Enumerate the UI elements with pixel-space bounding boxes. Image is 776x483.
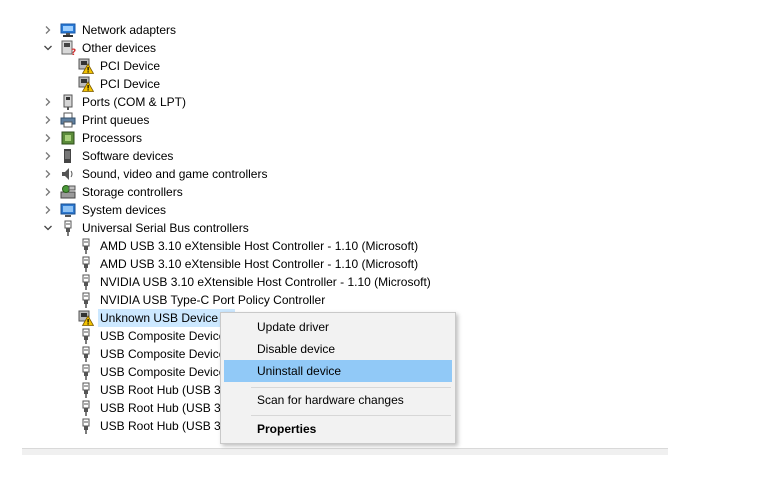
tree-item-label: Sound, video and game controllers — [82, 167, 268, 181]
usb-icon — [78, 292, 94, 308]
tree-item-label: USB Composite Device — [100, 347, 226, 361]
horizontal-scrollbar[interactable] — [22, 448, 668, 455]
tree-item[interactable]: USB Composite Device — [78, 363, 227, 381]
chevron-down-icon[interactable] — [42, 219, 54, 237]
processor-icon — [60, 130, 76, 146]
tree-item-label: NVIDIA USB Type-C Port Policy Controller — [100, 293, 326, 307]
tree-item[interactable]: Unknown USB Device (I — [78, 309, 235, 327]
tree-item[interactable]: Print queues — [42, 111, 151, 129]
tree-item[interactable]: USB Root Hub (USB 3.0 — [78, 399, 233, 417]
tree-item-label: PCI Device — [100, 59, 161, 73]
uninstall-device-menu-item[interactable]: Uninstall device — [224, 360, 452, 382]
port-icon — [60, 94, 76, 110]
update-driver-menu-item[interactable]: Update driver — [224, 316, 452, 338]
tree-item-label: AMD USB 3.10 eXtensible Host Controller … — [100, 257, 419, 271]
tree-item-label: Processors — [82, 131, 143, 145]
tree-item[interactable]: Software devices — [42, 147, 175, 165]
tree-item-label: PCI Device — [100, 77, 161, 91]
tree-item-label: Unknown USB Device (I — [98, 309, 235, 327]
tree-item-label: Storage controllers — [82, 185, 183, 199]
tree-item[interactable]: PCI Device — [78, 57, 162, 75]
network-adapter-icon — [60, 22, 76, 38]
chevron-right-icon[interactable] — [42, 21, 54, 39]
tree-item[interactable]: Processors — [42, 129, 144, 147]
context-menu: Update driver Disable device Uninstall d… — [220, 312, 456, 444]
tree-item[interactable]: AMD USB 3.10 eXtensible Host Controller … — [78, 255, 420, 273]
disable-device-menu-item[interactable]: Disable device — [224, 338, 452, 360]
chevron-right-icon[interactable] — [42, 183, 54, 201]
tree-item-label: Software devices — [82, 149, 174, 163]
chevron-down-icon[interactable] — [42, 39, 54, 57]
menu-separator — [251, 415, 451, 416]
speaker-icon — [60, 166, 76, 182]
tree-item-label: Other devices — [82, 41, 157, 55]
tree-item-label: AMD USB 3.10 eXtensible Host Controller … — [100, 239, 419, 253]
tree-item[interactable]: USB Composite Device — [78, 327, 227, 345]
usb-icon — [78, 346, 94, 362]
unknown-device-category-icon: ? — [60, 40, 76, 58]
usb-icon — [78, 400, 94, 416]
tree-item[interactable]: USB Root Hub (USB 3.0 — [78, 381, 233, 399]
usb-icon — [78, 328, 94, 344]
tree-item[interactable]: PCI Device — [78, 75, 162, 93]
usb-icon — [78, 418, 94, 434]
tree-item[interactable]: ? Other devices — [42, 39, 158, 58]
warning-device-icon — [78, 310, 95, 326]
scan-hardware-menu-item[interactable]: Scan for hardware changes — [224, 389, 452, 411]
usb-icon — [78, 274, 94, 290]
warning-device-icon — [78, 58, 95, 74]
chevron-right-icon[interactable] — [42, 93, 54, 111]
system-device-icon — [60, 202, 76, 218]
storage-controller-icon — [60, 184, 76, 200]
tree-item[interactable]: NVIDIA USB 3.10 eXtensible Host Controll… — [78, 273, 433, 291]
tree-item[interactable]: Storage controllers — [42, 183, 185, 201]
printer-icon — [60, 112, 76, 128]
tree-item-label: USB Composite Device — [100, 329, 226, 343]
usb-icon — [78, 238, 94, 254]
svg-text:?: ? — [71, 48, 76, 56]
tree-item-label: Universal Serial Bus controllers — [82, 221, 249, 235]
chevron-right-icon[interactable] — [42, 129, 54, 147]
tree-item[interactable]: Ports (COM & LPT) — [42, 93, 188, 111]
warning-device-icon — [78, 76, 95, 92]
tree-item[interactable]: USB Root Hub (USB 3.0 — [78, 417, 233, 435]
chevron-right-icon[interactable] — [42, 111, 54, 129]
usb-icon — [78, 364, 94, 380]
tree-item[interactable]: Network adapters — [42, 21, 178, 39]
properties-menu-item[interactable]: Properties — [224, 418, 452, 440]
tree-item-label: USB Root Hub (USB 3.0 — [100, 401, 231, 415]
usb-icon — [78, 382, 94, 398]
menu-separator — [251, 387, 451, 388]
tree-item-label: Ports (COM & LPT) — [82, 95, 187, 109]
tree-item[interactable]: Universal Serial Bus controllers — [42, 219, 251, 237]
tree-item-label: USB Root Hub (USB 3.0 — [100, 419, 231, 433]
tree-item-label: Print queues — [82, 113, 150, 127]
chevron-right-icon[interactable] — [42, 201, 54, 219]
usb-icon — [60, 220, 76, 236]
tree-item-label: USB Root Hub (USB 3.0 — [100, 383, 231, 397]
tree-item[interactable]: AMD USB 3.10 eXtensible Host Controller … — [78, 237, 420, 255]
software-device-icon — [60, 148, 76, 164]
tree-item[interactable]: NVIDIA USB Type-C Port Policy Controller — [78, 291, 327, 309]
tree-item-label: System devices — [82, 203, 167, 217]
tree-item-label: Network adapters — [82, 23, 177, 37]
usb-icon — [78, 256, 94, 272]
chevron-right-icon[interactable] — [42, 165, 54, 183]
tree-item[interactable]: System devices — [42, 201, 168, 219]
tree-item-label: NVIDIA USB 3.10 eXtensible Host Controll… — [100, 275, 431, 289]
tree-item[interactable]: USB Composite Device — [78, 345, 227, 363]
tree-item-label: USB Composite Device — [100, 365, 226, 379]
tree-item[interactable]: Sound, video and game controllers — [42, 165, 269, 183]
chevron-right-icon[interactable] — [42, 147, 54, 165]
